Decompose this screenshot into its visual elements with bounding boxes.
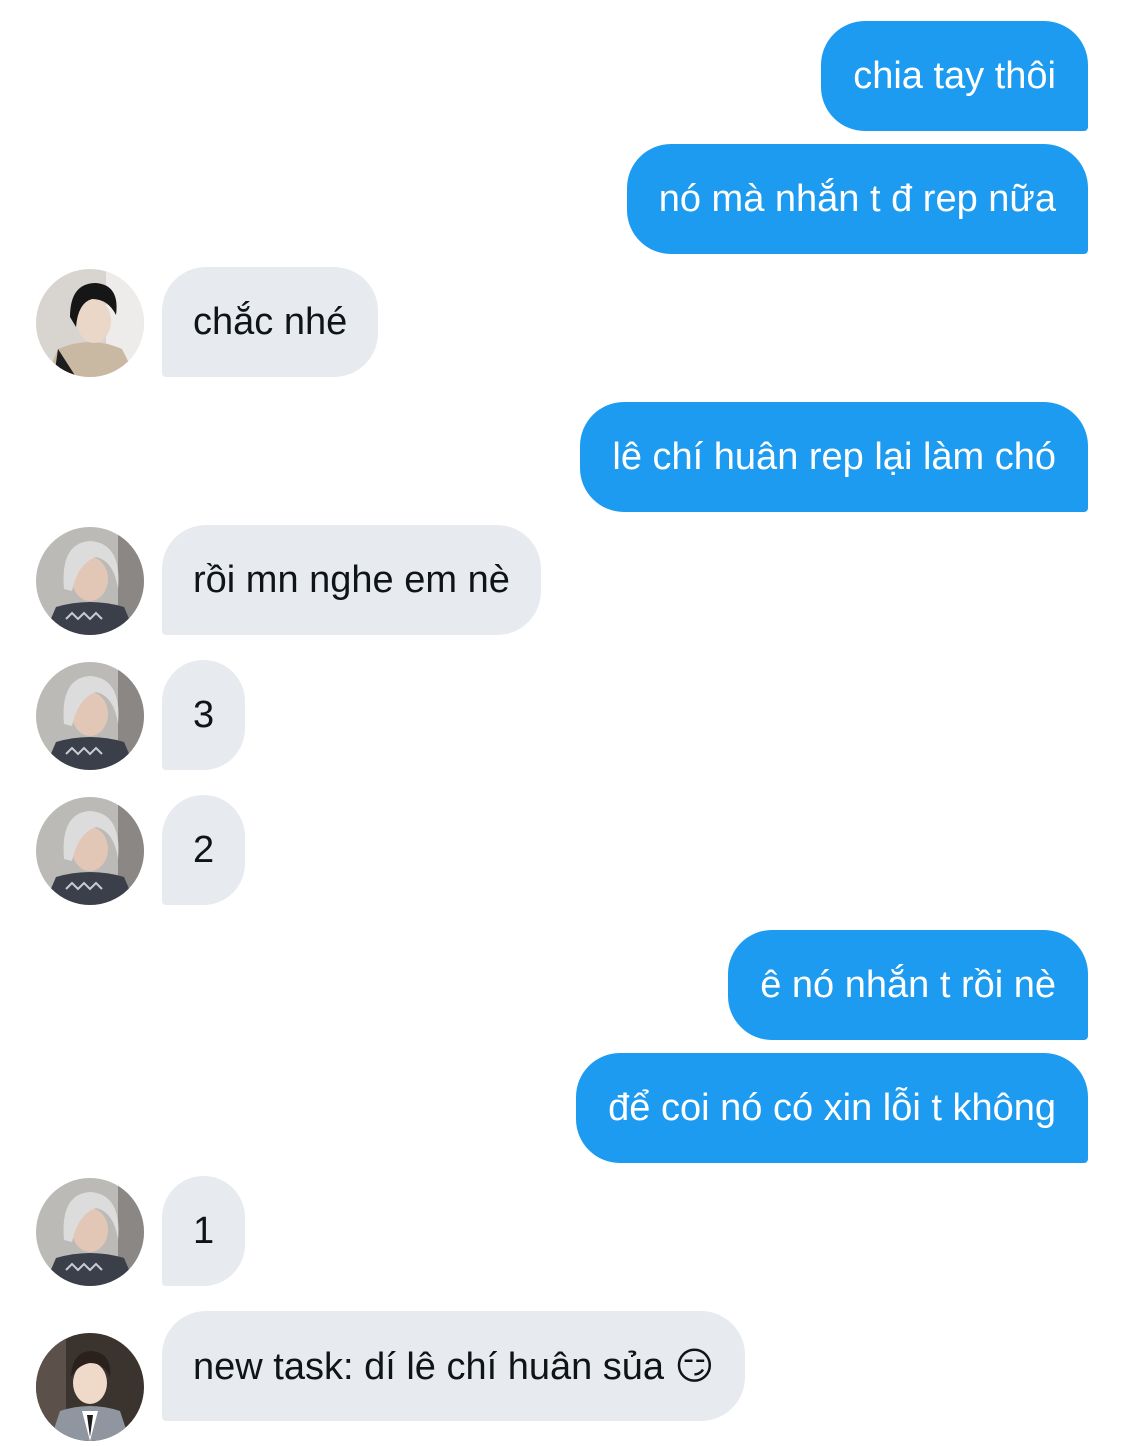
- outgoing-message-bubble[interactable]: lê chí huân rep lại làm chó: [580, 402, 1088, 512]
- incoming-message-bubble[interactable]: rồi mn nghe em nè: [162, 525, 541, 635]
- incoming-message-bubble[interactable]: new task: dí lê chí huân sủa 😏: [162, 1311, 746, 1421]
- silver-hair-user-avatar[interactable]: [36, 797, 144, 905]
- dark-hair-user-avatar[interactable]: [36, 269, 144, 377]
- outgoing-message-bubble[interactable]: nó mà nhắn t đ rep nữa: [626, 144, 1088, 254]
- message-text: rồi mn nghe em nè: [193, 559, 510, 601]
- message-text: lê chí huân rep lại làm chó: [612, 436, 1056, 478]
- message-text: ê nó nhắn t rồi nè: [760, 964, 1056, 1006]
- conversation-thread: chia tay thôi nó mà nhắn t đ rep nữa chắ…: [0, 0, 1125, 1447]
- message-text: 3: [193, 694, 215, 736]
- outgoing-message-bubble[interactable]: để coi nó có xin lỗi t không: [576, 1053, 1088, 1163]
- message-text: new task: dí lê chí huân sủa: [193, 1346, 665, 1388]
- outgoing-message-bubble[interactable]: chia tay thôi: [821, 21, 1088, 131]
- message-text: để coi nó có xin lỗi t không: [608, 1087, 1056, 1129]
- message-text: chắc nhé: [193, 301, 348, 343]
- incoming-message-bubble[interactable]: 2: [162, 795, 246, 905]
- silver-hair-user-avatar[interactable]: [36, 527, 144, 635]
- message-text: chia tay thôi: [853, 55, 1056, 97]
- incoming-message-bubble[interactable]: 3: [162, 660, 246, 770]
- silver-hair-user-avatar[interactable]: [36, 1178, 144, 1286]
- message-text: nó mà nhắn t đ rep nữa: [658, 178, 1056, 220]
- incoming-message-bubble[interactable]: 1: [162, 1176, 246, 1286]
- message-text: 1: [193, 1210, 215, 1252]
- outgoing-message-bubble[interactable]: ê nó nhắn t rồi nè: [728, 930, 1088, 1040]
- message-text: 2: [193, 829, 215, 871]
- silver-hair-user-avatar[interactable]: [36, 662, 144, 770]
- suit-user-avatar[interactable]: [36, 1333, 144, 1441]
- smirking-face-emoji: 😏: [674, 1344, 715, 1388]
- incoming-message-bubble[interactable]: chắc nhé: [162, 267, 379, 377]
